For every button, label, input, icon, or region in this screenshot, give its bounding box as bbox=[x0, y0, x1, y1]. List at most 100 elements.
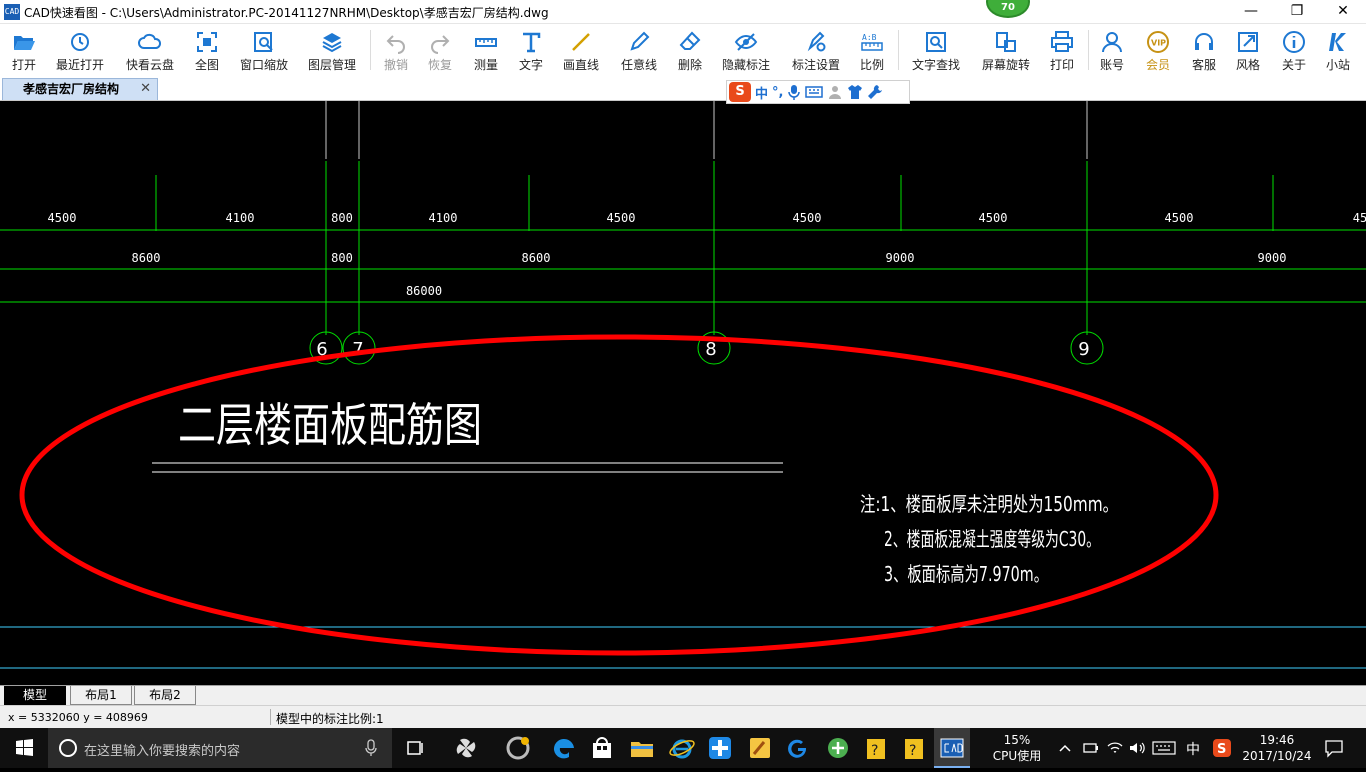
about-button[interactable]: 关于 bbox=[1276, 26, 1312, 74]
pinned-app-icon[interactable] bbox=[706, 734, 734, 762]
chevron-up-icon[interactable] bbox=[1058, 742, 1072, 754]
dim-text: 8600 bbox=[132, 251, 161, 265]
tab-model[interactable]: 模型 bbox=[4, 686, 66, 705]
text-search-icon bbox=[926, 32, 946, 52]
redo-button[interactable]: 恢复 bbox=[420, 26, 460, 74]
taskbar-search-box[interactable]: 在这里输入你要搜索的内容 bbox=[48, 728, 392, 768]
dim-text: 4500 bbox=[1165, 211, 1194, 225]
tab-layout1[interactable]: 布局1 bbox=[70, 686, 132, 705]
sogou-tray-icon[interactable]: S bbox=[1212, 738, 1232, 758]
maximize-button[interactable]: ❐ bbox=[1274, 0, 1320, 24]
help-app-icon[interactable]: ? bbox=[862, 734, 890, 762]
note-line-3: 3、板面标高为7.970m。 bbox=[884, 562, 1048, 586]
keyboard-icon[interactable] bbox=[1152, 740, 1176, 756]
internet-explorer-icon[interactable] bbox=[668, 734, 696, 762]
minimize-button[interactable]: — bbox=[1228, 0, 1274, 24]
document-tab[interactable]: 孝感吉宏厂房结构 ✕ bbox=[2, 78, 158, 100]
browser-360-icon[interactable] bbox=[504, 734, 532, 762]
freehand-line-button[interactable]: 任意线 bbox=[616, 26, 662, 74]
taskbar-clock[interactable]: 19:46 2017/10/24 bbox=[1240, 732, 1314, 764]
dim-text: 45 bbox=[1353, 211, 1366, 225]
open-button[interactable]: 打开 bbox=[2, 26, 46, 74]
cursor-coordinates: x = 5332060 y = 408969 bbox=[8, 711, 148, 724]
task-view-icon[interactable] bbox=[402, 734, 430, 762]
layout-tab-bar: 模型 布局1 布局2 bbox=[0, 685, 1366, 705]
layer-manager-button[interactable]: 图层管理 bbox=[302, 26, 362, 74]
recent-open-button[interactable]: 最近打开 bbox=[50, 26, 110, 74]
measure-button[interactable]: 测量 bbox=[466, 26, 506, 74]
rotate-screen-button[interactable]: 屏幕旋转 bbox=[976, 26, 1036, 74]
tab-close-icon[interactable]: ✕ bbox=[140, 79, 151, 99]
dim-text: 4500 bbox=[793, 211, 822, 225]
status-bar: x = 5332060 y = 408969 模型中的标注比例:1 bbox=[0, 705, 1366, 728]
dim-text: 4500 bbox=[48, 211, 77, 225]
ime-indicator[interactable]: 中 bbox=[1186, 739, 1200, 759]
vip-button[interactable]: VIP 会员 bbox=[1140, 26, 1176, 74]
annotation-settings-button[interactable]: 标注设置 bbox=[786, 26, 846, 74]
dims-row-3: 86000 bbox=[406, 284, 442, 298]
style-button[interactable]: 风格 bbox=[1230, 26, 1266, 74]
headset-icon bbox=[1195, 33, 1213, 50]
vip-icon: VIP bbox=[1147, 31, 1169, 53]
app-icon: CAD bbox=[4, 4, 20, 20]
toolbar-separator bbox=[1088, 30, 1089, 70]
svg-text:?: ? bbox=[909, 743, 916, 759]
svg-text:A:B: A:B bbox=[862, 33, 877, 42]
mini-site-button[interactable]: 小站 bbox=[1320, 26, 1356, 74]
volume-icon[interactable] bbox=[1128, 740, 1146, 756]
dim-text: 4500 bbox=[979, 211, 1008, 225]
account-button[interactable]: 账号 bbox=[1094, 26, 1130, 74]
dim-text: 4100 bbox=[226, 211, 255, 225]
window-title: CAD快速看图 - C:\Users\Administrator.PC-2014… bbox=[24, 6, 549, 20]
user-skin-icon[interactable] bbox=[827, 84, 843, 100]
microphone-icon[interactable] bbox=[787, 84, 801, 100]
drawing-canvas[interactable]: 4500 4100 800 4100 4500 4500 4500 4500 4… bbox=[0, 101, 1366, 685]
print-icon bbox=[1051, 31, 1073, 52]
google-app-icon[interactable] bbox=[784, 734, 812, 762]
dim-text: 9000 bbox=[1258, 251, 1287, 265]
layers-icon bbox=[322, 33, 342, 53]
start-button[interactable] bbox=[0, 728, 48, 768]
undo-button[interactable]: 撤销 bbox=[376, 26, 416, 74]
ime-mode-toggle[interactable]: 中 bbox=[755, 83, 768, 102]
customer-service-button[interactable]: 客服 bbox=[1186, 26, 1222, 74]
zoom-window-button[interactable]: 窗口缩放 bbox=[234, 26, 294, 74]
close-button[interactable]: ✕ bbox=[1320, 0, 1366, 24]
text-search-button[interactable]: 文字查找 bbox=[906, 26, 966, 74]
shirt-icon[interactable] bbox=[847, 84, 863, 100]
cad-taskbar-button[interactable] bbox=[934, 728, 970, 768]
dim-text: 800 bbox=[331, 211, 353, 225]
keyboard-icon[interactable] bbox=[805, 85, 824, 99]
ime-punct-toggle[interactable]: °, bbox=[772, 85, 783, 100]
hide-annotation-button[interactable]: 隐藏标注 bbox=[718, 26, 774, 74]
draw-line-button[interactable]: 画直线 bbox=[558, 26, 604, 74]
fit-all-button[interactable]: 全图 bbox=[186, 26, 228, 74]
cad-app-icon bbox=[940, 738, 964, 758]
sogou-logo-icon[interactable]: S bbox=[729, 82, 751, 102]
green-browser-icon[interactable] bbox=[824, 734, 852, 762]
cloud-disk-button[interactable]: 快看云盘 bbox=[120, 26, 180, 74]
help-app-2-icon[interactable]: ? bbox=[900, 734, 928, 762]
folder-open-icon bbox=[14, 36, 35, 50]
score-badge[interactable]: 70 bbox=[986, 0, 1030, 18]
delete-button[interactable]: 删除 bbox=[672, 26, 708, 74]
wrench-icon[interactable] bbox=[867, 84, 883, 100]
tab-layout2[interactable]: 布局2 bbox=[134, 686, 196, 705]
axis-bubble-labels: 6 7 8 9 bbox=[316, 339, 1089, 360]
wifi-icon[interactable] bbox=[1106, 740, 1124, 756]
cpu-usage-widget[interactable]: 15% CPU使用 bbox=[990, 732, 1044, 764]
battery-icon[interactable] bbox=[1082, 740, 1100, 756]
notes-app-icon[interactable] bbox=[746, 734, 774, 762]
notification-icon[interactable] bbox=[1324, 738, 1344, 758]
clock-date: 2017/10/24 bbox=[1242, 749, 1312, 763]
edge-browser-icon[interactable] bbox=[550, 734, 578, 762]
store-icon[interactable] bbox=[588, 734, 616, 762]
print-button[interactable]: 打印 bbox=[1044, 26, 1080, 74]
axis-label: 7 bbox=[352, 339, 363, 360]
scale-button[interactable]: A:B 比例 bbox=[852, 26, 892, 74]
file-explorer-icon[interactable] bbox=[628, 734, 656, 762]
microphone-icon[interactable] bbox=[364, 739, 378, 757]
dim-text: 800 bbox=[331, 251, 353, 265]
text-button[interactable]: 文字 bbox=[511, 26, 551, 74]
pinwheel-app-icon[interactable] bbox=[452, 734, 480, 762]
